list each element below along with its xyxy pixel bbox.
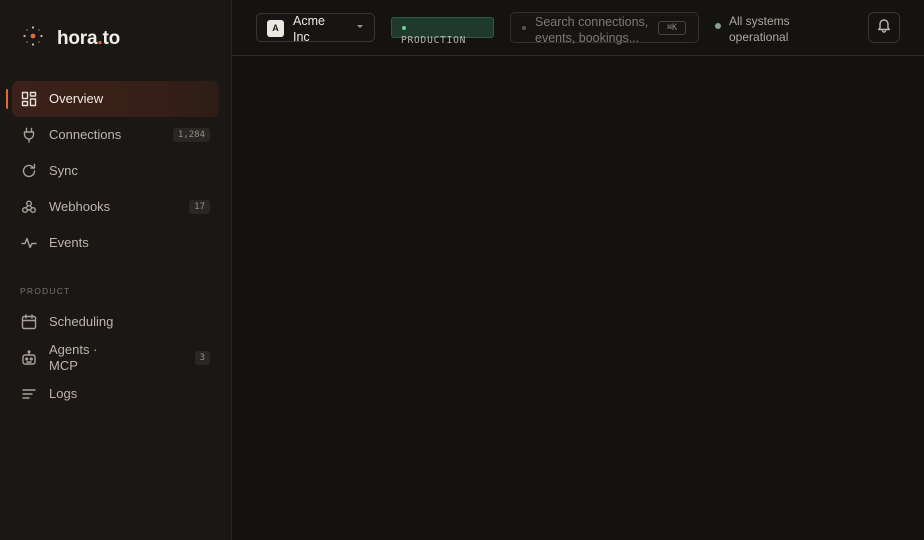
link-icon <box>21 199 37 215</box>
search-placeholder: Search connections, events, bookings... <box>535 15 649 45</box>
pulse-icon <box>21 235 37 251</box>
sidebar-item-agents-mcp[interactable]: Agents · MCP 3 <box>12 340 219 376</box>
bell-icon <box>876 17 892 38</box>
status-text: All systems operational <box>729 14 790 44</box>
sidebar-item-events[interactable]: Events <box>12 225 219 261</box>
sidebar-item-label: Overview <box>49 91 104 106</box>
environment-badge[interactable]: PRODUCTION <box>391 17 494 46</box>
org-switcher[interactable]: A Acme Inc <box>256 13 375 44</box>
sidebar-item-label: Events <box>49 235 89 250</box>
sidebar-item-label: Logs <box>49 386 78 401</box>
grid-icon <box>21 91 37 107</box>
search-icon <box>522 26 526 30</box>
brand-logo[interactable]: hora.to <box>22 25 120 52</box>
refresh-icon <box>21 163 37 179</box>
main-content <box>232 57 924 540</box>
environment-label: PRODUCTION <box>401 35 467 46</box>
constellation-logo-icon <box>22 25 44 52</box>
lines-icon <box>21 386 37 402</box>
brand-name: hora.to <box>57 27 121 49</box>
count-badge: 17 <box>189 200 210 214</box>
env-status-dot-icon <box>402 26 406 30</box>
calendar-icon <box>21 314 37 330</box>
count-badge: 3 <box>194 351 210 365</box>
sidebar-item-logs[interactable]: Logs <box>12 376 219 412</box>
main-nav: Overview Connections 1,284 Sync Webhooks… <box>12 81 219 261</box>
sidebar-item-label: Connections <box>49 127 122 142</box>
search-input[interactable]: Search connections, events, bookings... … <box>510 12 699 45</box>
sidebar-item-connections[interactable]: Connections 1,284 <box>12 117 219 153</box>
sidebar-item-label: Sync <box>49 163 78 178</box>
sidebar-item-label: Agents · MCP <box>49 342 98 373</box>
sidebar-item-label: Scheduling <box>49 314 114 329</box>
sidebar-item-webhooks[interactable]: Webhooks 17 <box>12 189 219 225</box>
section-label-product: PRODUCT <box>20 286 71 296</box>
sidebar-item-scheduling[interactable]: Scheduling <box>12 304 219 340</box>
count-badge: 1,284 <box>172 128 210 142</box>
plug-icon <box>21 127 37 143</box>
topbar: A Acme Inc PRODUCTION Search connections… <box>232 0 924 56</box>
org-avatar: A <box>267 20 284 37</box>
shortcut-hint: ⌘K <box>658 21 686 35</box>
sidebar-item-sync[interactable]: Sync <box>12 153 219 189</box>
active-indicator <box>6 89 8 109</box>
sidebar: hora.to Overview Connections 1,284 Sync … <box>0 0 232 540</box>
sidebar-item-overview[interactable]: Overview <box>12 81 219 117</box>
notifications-button[interactable] <box>868 12 900 43</box>
sidebar-item-label: Webhooks <box>49 199 111 214</box>
org-name: Acme Inc <box>293 14 325 44</box>
product-nav: Scheduling Agents · MCP 3 Logs <box>12 304 219 412</box>
robot-icon <box>21 350 37 366</box>
chevron-down-icon <box>357 25 363 28</box>
status-dot-icon <box>715 23 721 29</box>
